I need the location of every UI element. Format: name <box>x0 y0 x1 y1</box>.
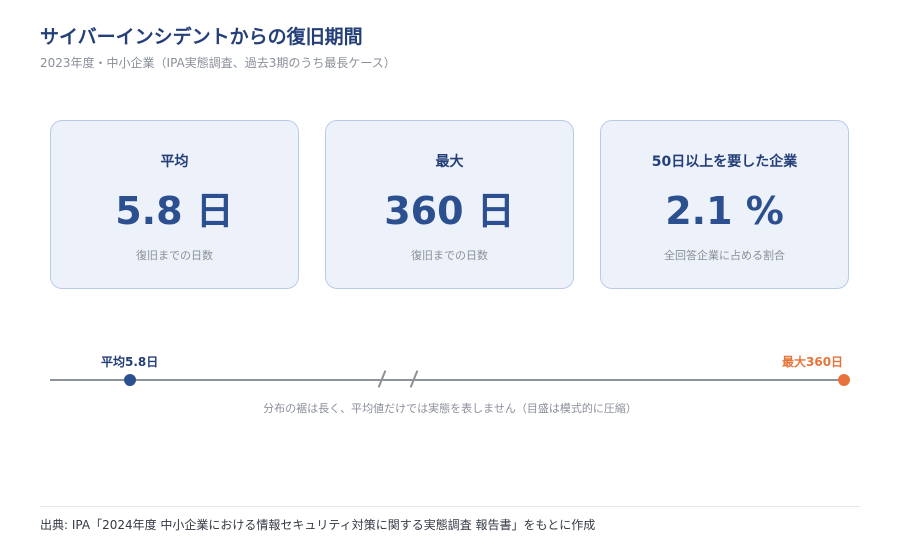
timeline-average-marker <box>124 374 136 386</box>
stat-card-over-50-days: 50日以上を要した企業 2.1 % 全回答企業に占める割合 <box>600 120 849 289</box>
timeline-average-label: 平均5.8日 <box>101 355 159 369</box>
timeline-maximum-marker <box>838 374 850 386</box>
footer-divider <box>40 506 860 507</box>
stat-card-average: 平均 5.8 日 復旧までの日数 <box>50 120 299 289</box>
source-citation: 出典: IPA「2024年度 中小企業における情報セキュリティ対策に関する実態調… <box>40 518 596 532</box>
stat-card-label: 50日以上を要した企業 <box>651 154 798 170</box>
timeline-note: 分布の裾は長く、平均値だけでは実態を表しません（目盛は模式的に圧縮） <box>263 402 637 415</box>
stat-card-value: 360 日 <box>384 189 515 233</box>
page-subtitle: 2023年度・中小企業（IPA実態調査、過去3期のうち最長ケース） <box>40 56 396 70</box>
stat-card-description: 復旧までの日数 <box>411 249 488 262</box>
stat-card-maximum: 最大 360 日 復旧までの日数 <box>325 120 574 289</box>
page-title: サイバーインシデントからの復旧期間 <box>40 26 363 48</box>
stat-card-description: 全回答企業に占める割合 <box>664 249 785 262</box>
timeline-maximum-label: 最大360日 <box>782 355 844 369</box>
timeline-axis <box>50 379 844 381</box>
stat-card-description: 復旧までの日数 <box>136 249 213 262</box>
stat-card-label: 最大 <box>435 154 464 170</box>
stat-card-value: 2.1 % <box>665 189 784 233</box>
stat-card-value: 5.8 日 <box>115 189 234 233</box>
stat-card-label: 平均 <box>160 154 189 170</box>
